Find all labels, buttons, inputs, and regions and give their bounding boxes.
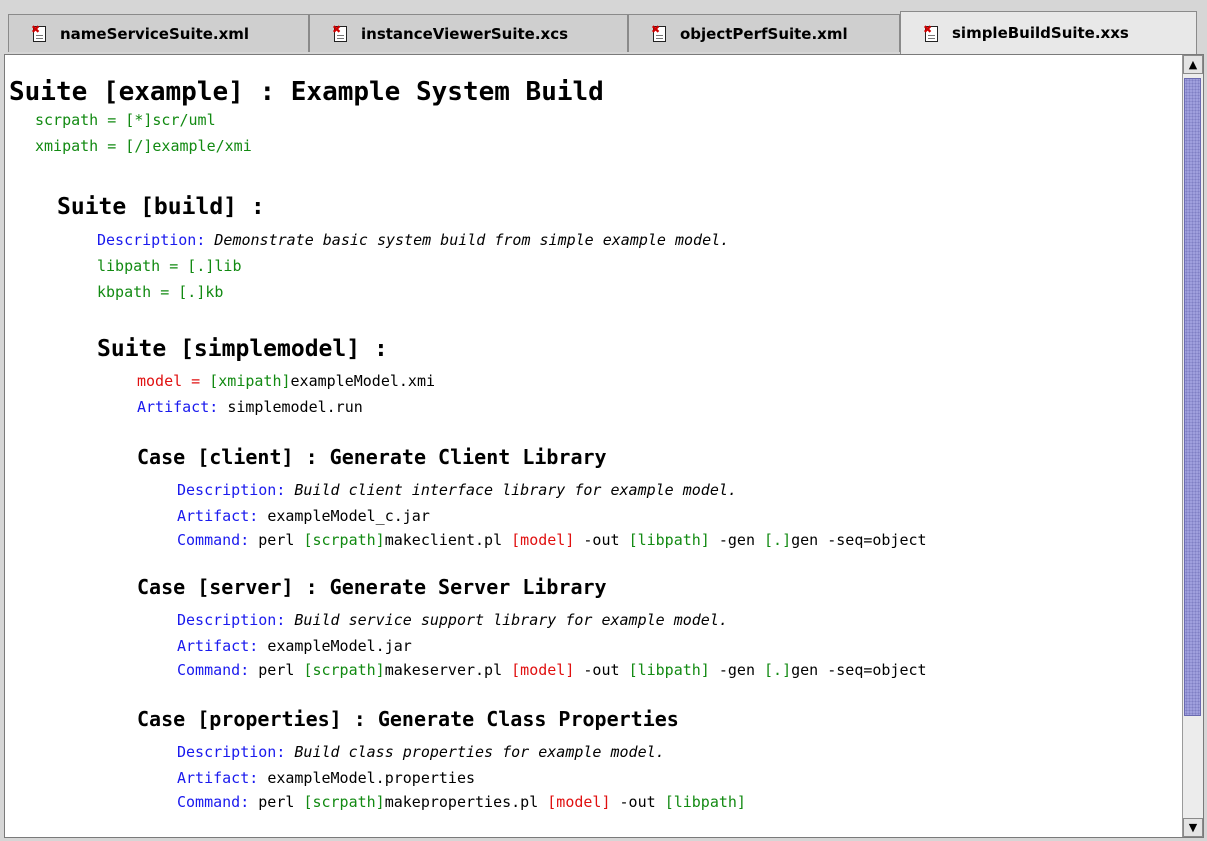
properties-artifact: Artifact: exampleModel.properties [177,769,475,787]
cmd-text: makeclient.pl [384,531,512,549]
xml-document-icon: ✖ [31,24,48,43]
cmd-text: perl [258,531,304,549]
cmd-text: -gen [709,661,765,679]
kbpath-param: kbpath = [.]kb [97,283,224,301]
cmd-ref: [.] [764,661,792,679]
artifact-value: exampleModel.properties [267,769,476,787]
cmd-ref: [model] [511,661,575,679]
artifact-value: exampleModel.jar [267,637,412,655]
description-text: Build service support library for exampl… [294,611,728,629]
cmd-text: makeserver.pl [384,661,512,679]
server-command: Command: perl [scrpath]makeserver.pl [mo… [177,661,927,679]
xml-document-icon: ✖ [332,24,349,43]
xml-document-icon: ✖ [651,24,668,43]
client-artifact: Artifact: exampleModel_c.jar [177,507,430,525]
server-description: Description: Build service support libra… [177,611,728,629]
scrpath-param: scrpath = [*]scr/uml [35,111,216,129]
properties-description: Description: Build class properties for … [177,743,665,761]
artifact-label: Artifact: [137,398,219,416]
cmd-ref: [libpath] [628,661,710,679]
description-text: Demonstrate basic system build from simp… [214,231,730,249]
artifact-label: Artifact: [177,769,259,787]
suite-simplemodel-heading: Suite [simplemodel] : [97,336,388,362]
tab-label: instanceViewerSuite.xcs [361,24,569,43]
tab-label: objectPerfSuite.xml [680,24,848,43]
server-artifact: Artifact: exampleModel.jar [177,637,412,655]
cmd-ref: [scrpath] [303,661,385,679]
tab-objectPerfSuite[interactable]: ✖ objectPerfSuite.xml [628,14,900,52]
artifact-value: exampleModel_c.jar [267,507,430,525]
libpath-param: libpath = [.]lib [97,257,242,275]
properties-command: Command: perl [scrpath]makeproperties.pl… [177,793,746,811]
case-server-heading: Case [server] : Generate Server Library [137,575,607,599]
command-label: Command: [177,661,250,679]
suite-build-heading: Suite [build] : [57,194,265,220]
suite-example-heading: Suite [example] : Example System Build [9,77,604,107]
scroll-up-button[interactable]: ▲ [1183,55,1203,74]
cmd-text: perl [258,661,304,679]
model-param: model = [xmipath]exampleModel.xmi [137,372,435,390]
model-value: exampleModel.xmi [290,372,436,390]
model-key: model = [137,372,210,390]
cmd-text: -gen [709,531,765,549]
scroll-down-button[interactable]: ▼ [1183,818,1203,837]
cmd-ref: [.] [764,531,792,549]
cmd-ref: [libpath] [664,793,746,811]
build-description: Description: Demonstrate basic system bu… [97,231,729,249]
arrow-up-icon: ▲ [1188,58,1198,71]
tab-nameServiceSuite[interactable]: ✖ nameServiceSuite.xml [8,14,309,52]
tab-label: nameServiceSuite.xml [60,24,250,43]
artifact-label: Artifact: [177,637,259,655]
simplemodel-artifact: Artifact: simplemodel.run [137,398,363,416]
scrollbar-thumb[interactable] [1184,78,1201,716]
model-ref: [xmipath] [209,372,291,390]
description-label: Description: [97,231,206,249]
arrow-down-icon: ▼ [1188,821,1198,834]
cmd-ref: [model] [511,531,575,549]
artifact-label: Artifact: [177,507,259,525]
document-content: Suite [example] : Example System Build s… [5,55,1181,837]
description-label: Description: [177,743,286,761]
case-properties-heading: Case [properties] : Generate Class Prope… [137,707,679,731]
cmd-text: -out [610,793,665,811]
cmd-text: -out [574,531,629,549]
description-text: Build client interface library for examp… [294,481,737,499]
tab-simpleBuildSuite[interactable]: ✖ simpleBuildSuite.xxs [900,11,1197,54]
case-client-heading: Case [client] : Generate Client Library [137,445,607,469]
cmd-text: gen -seq=object [791,661,927,679]
document-view: Suite [example] : Example System Build s… [4,54,1204,838]
tab-bar: ✖ nameServiceSuite.xml ✖ instanceViewerS… [0,0,1207,54]
client-command: Command: perl [scrpath]makeclient.pl [mo… [177,531,927,549]
cmd-ref: [scrpath] [303,531,385,549]
cmd-ref: [model] [547,793,611,811]
xml-document-icon: ✖ [923,24,940,43]
cmd-text: perl [258,793,304,811]
command-label: Command: [177,531,250,549]
description-label: Description: [177,611,286,629]
xmipath-param: xmipath = [/]example/xmi [35,137,252,155]
cmd-text: -out [574,661,629,679]
description-text: Build class properties for example model… [294,743,665,761]
tab-label: simpleBuildSuite.xxs [952,24,1129,42]
description-label: Description: [177,481,286,499]
command-label: Command: [177,793,250,811]
client-description: Description: Build client interface libr… [177,481,737,499]
tab-instanceViewerSuite[interactable]: ✖ instanceViewerSuite.xcs [309,14,628,52]
artifact-value: simplemodel.run [227,398,363,416]
vertical-scrollbar[interactable]: ▲ ▼ [1182,55,1203,837]
cmd-text: makeproperties.pl [384,793,548,811]
cmd-ref: [libpath] [628,531,710,549]
cmd-ref: [scrpath] [303,793,385,811]
cmd-text: gen -seq=object [791,531,927,549]
